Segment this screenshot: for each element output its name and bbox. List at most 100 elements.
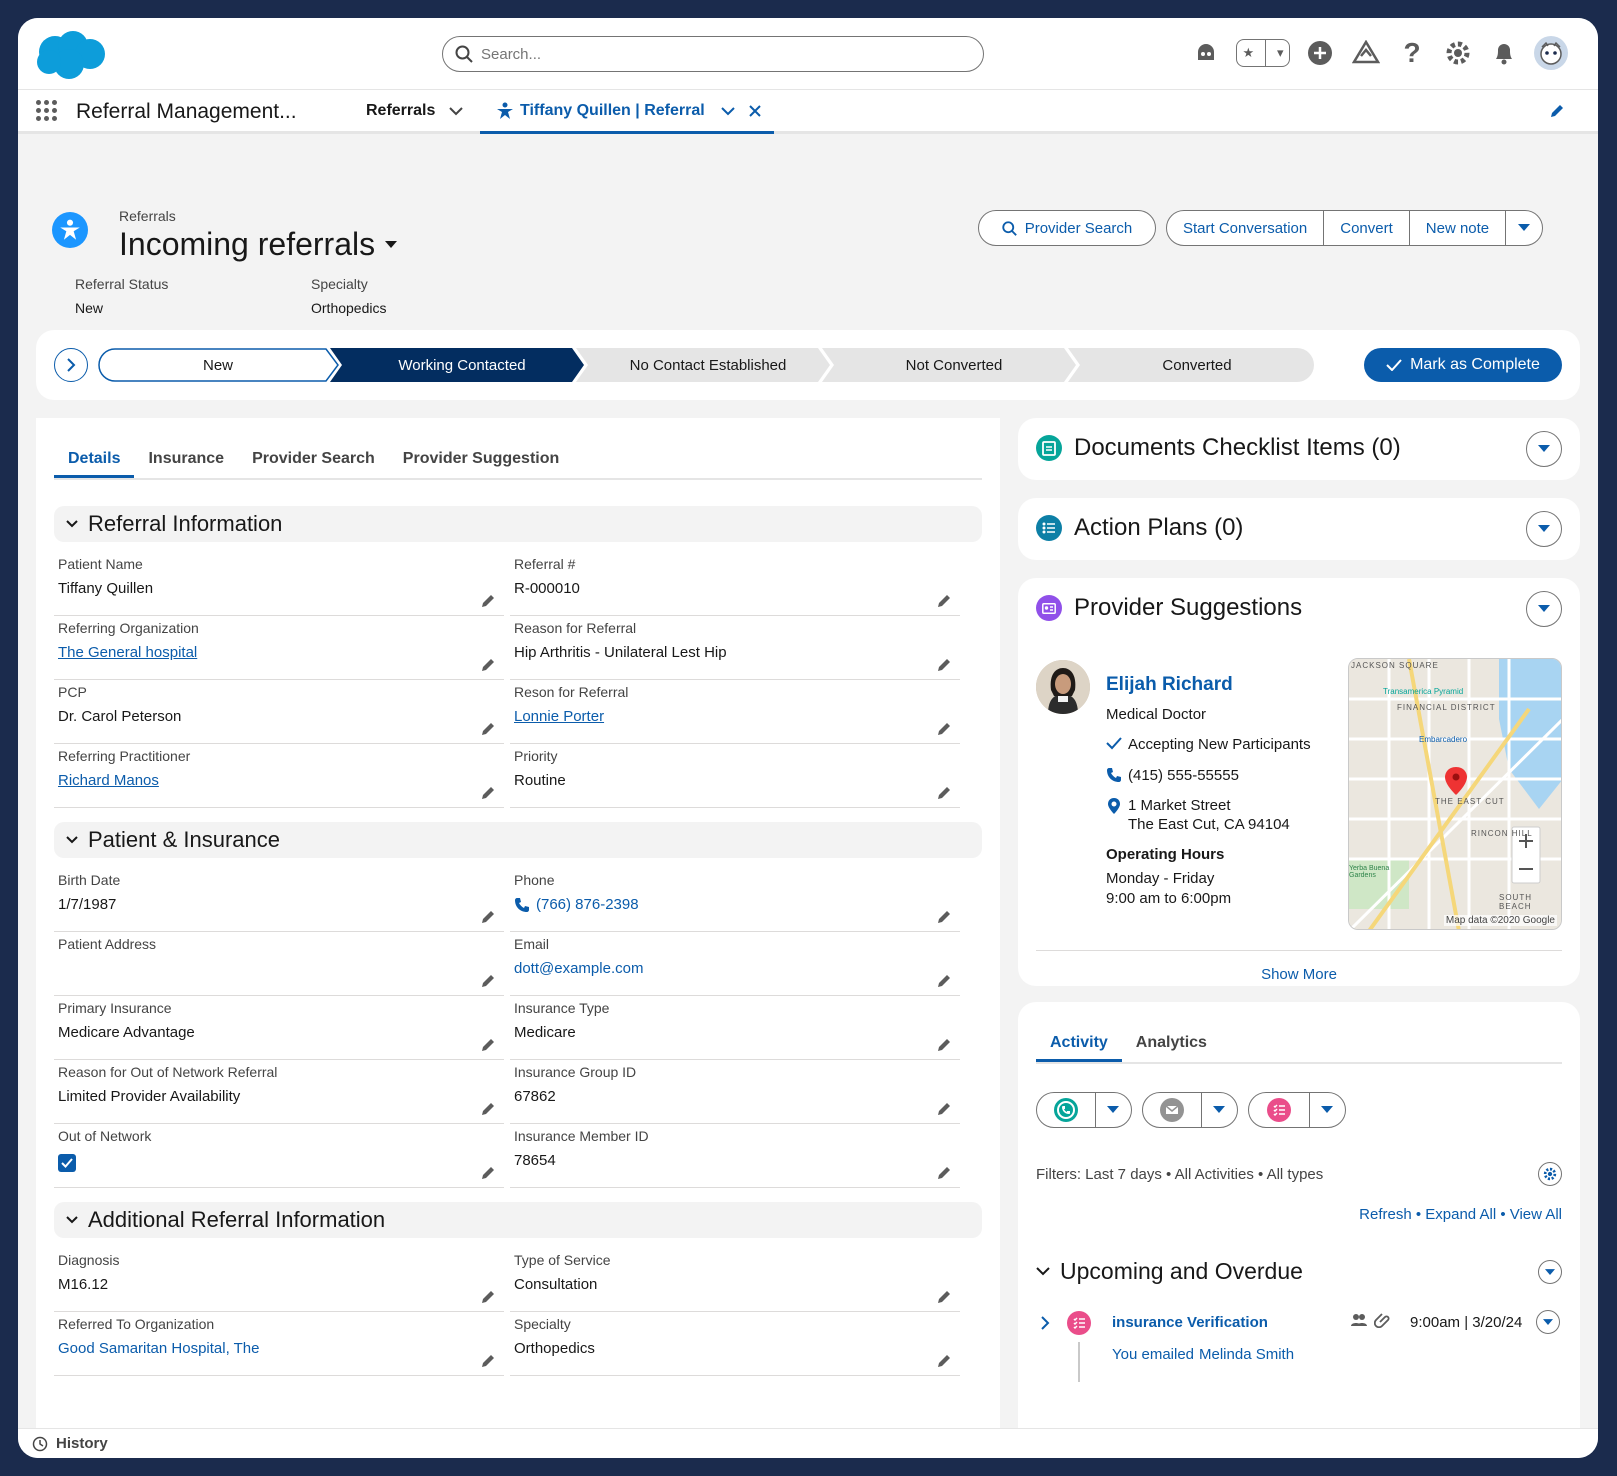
field-insurance-member-id: Insurance Member ID 78654 [510,1128,960,1188]
convert-button[interactable]: Convert [1324,211,1410,245]
agentforce-icon[interactable] [1190,37,1222,69]
tab-activity[interactable]: Activity [1036,1020,1122,1062]
edit-pencil-icon[interactable] [936,1037,952,1053]
provider-role: Medical Doctor [1106,706,1206,723]
tab-provider-search[interactable]: Provider Search [238,432,389,478]
path-step-working-contacted[interactable]: Working Contacted [342,348,582,382]
card-dropdown-button[interactable] [1526,431,1562,467]
phone-link[interactable]: (766) 876-2398 [510,896,960,913]
field-pcp: PCP Dr. Carol Peterson [54,684,504,744]
edit-pencil-icon[interactable] [936,1101,952,1117]
edit-pencil-icon[interactable] [480,909,496,925]
edit-pencil-icon[interactable] [480,1165,496,1181]
edit-pencil-icon[interactable] [936,973,952,989]
section-patient-insurance[interactable]: Patient & Insurance [54,822,982,858]
upcoming-dropdown-button[interactable] [1538,1260,1562,1284]
provider-map[interactable]: JACKSON SQUARE Transamerica Pyramid FINA… [1348,658,1562,930]
path-toggle-button[interactable] [54,348,88,382]
referred-to-organization-link[interactable]: Good Samaritan Hospital, The [54,1340,504,1357]
user-avatar[interactable] [1534,36,1568,70]
card-dropdown-button[interactable] [1526,511,1562,547]
filter-settings-button[interactable] [1538,1162,1562,1186]
tab-record-tiffany-quillen[interactable]: Tiffany Quillen | Referral [480,90,774,134]
edit-pencil-icon[interactable] [480,1101,496,1117]
task-person-link[interactable]: Melinda Smith [1199,1346,1294,1363]
global-search[interactable] [442,36,984,72]
edit-pencil-icon[interactable] [936,785,952,801]
close-icon[interactable] [748,104,761,117]
path-step-new[interactable]: New [98,348,338,382]
task-title-link[interactable]: insurance Verification [1112,1314,1268,1331]
path-step-converted[interactable]: Converted [1080,348,1314,382]
edit-pencil-icon[interactable] [936,1289,952,1305]
task-dropdown-button[interactable] [1536,1310,1560,1334]
caret-down-icon[interactable] [385,240,398,249]
address-line-2: The East Cut, CA 94104 [1128,816,1290,833]
edit-pencil-icon[interactable] [480,1353,496,1369]
section-referral-information[interactable]: Referral Information [54,506,982,542]
map-label: RINCON HILL [1471,829,1533,838]
edit-pencil-icon[interactable] [480,721,496,737]
chevron-right-icon[interactable] [1040,1316,1050,1330]
add-icon[interactable] [1304,37,1336,69]
email-link[interactable]: dott@example.com [510,960,960,977]
tab-provider-suggestion[interactable]: Provider Suggestion [389,432,573,478]
edit-pencil-icon[interactable] [936,657,952,673]
nav-item-referrals[interactable]: Referrals [366,102,464,120]
edit-pencil-icon[interactable] [936,593,952,609]
new-task-button[interactable] [1249,1093,1310,1127]
provider-name-link[interactable]: Elijah Richard [1106,674,1233,696]
edit-pencil-icon[interactable] [480,1037,496,1053]
path-step-no-contact-established[interactable]: No Contact Established [588,348,828,382]
path-step-not-converted[interactable]: Not Converted [834,348,1074,382]
bell-icon[interactable] [1488,37,1520,69]
favorites-button[interactable]: ★ ▾ [1236,39,1290,67]
search-input[interactable] [481,45,961,63]
field-label: Specialty [514,1316,571,1332]
start-conversation-button[interactable]: Start Conversation [1167,211,1325,245]
edit-pencil-icon[interactable] [480,785,496,801]
provider-phone[interactable]: (415) 555-55555 [1106,767,1239,784]
email-dropdown[interactable] [1202,1093,1237,1127]
referring-practitioner-link[interactable]: Richard Manos [54,772,504,789]
mark-as-complete-button[interactable]: Mark as Complete [1364,348,1562,382]
field-value: Tiffany Quillen [58,580,154,597]
log-call-button[interactable] [1037,1093,1096,1127]
provider-search-button[interactable]: Provider Search [978,210,1156,246]
chevron-down-icon[interactable] [720,106,735,116]
reson-for-referral-link[interactable]: Lonnie Porter [510,708,960,725]
card-dropdown-button[interactable] [1526,591,1562,627]
email-button[interactable] [1143,1093,1202,1127]
log-call-dropdown[interactable] [1096,1093,1131,1127]
new-note-button[interactable]: New note [1410,211,1507,245]
activity-links[interactable]: Refresh • Expand All • View All [1359,1206,1562,1223]
page-title[interactable]: Incoming referrals [119,226,398,263]
edit-pencil-icon[interactable] [936,909,952,925]
edit-pencil-icon[interactable] [480,973,496,989]
tab-insurance[interactable]: Insurance [134,432,238,478]
edit-pencil-icon[interactable] [936,721,952,737]
out-of-network-checkbox[interactable] [58,1154,76,1172]
edit-pencil-icon[interactable] [480,657,496,673]
show-more-link[interactable]: Show More [1018,966,1580,983]
more-actions-button[interactable] [1506,211,1542,245]
section-additional-referral-information[interactable]: Additional Referral Information [54,1202,982,1238]
field-label: Primary Insurance [58,1000,172,1016]
referring-organization-link[interactable]: The General hospital [54,644,504,661]
gear-icon[interactable] [1442,37,1474,69]
edit-pencil-icon[interactable] [936,1353,952,1369]
tab-details[interactable]: Details [54,432,135,478]
history-utility-bar[interactable]: History [18,1428,1598,1458]
tab-analytics[interactable]: Analytics [1122,1020,1221,1062]
app-launcher-icon[interactable] [36,100,57,121]
new-task-dropdown[interactable] [1310,1093,1345,1127]
upcoming-overdue-header[interactable]: Upcoming and Overdue [1036,1258,1303,1285]
salesforce-logo-icon[interactable] [35,30,107,85]
trailhead-icon[interactable] [1350,37,1382,69]
edit-pencil-icon[interactable] [480,1289,496,1305]
help-icon[interactable]: ? [1396,37,1428,69]
chevron-down-icon[interactable] [449,106,464,116]
edit-pencil-icon[interactable] [936,1165,952,1181]
edit-pencil-icon[interactable] [480,593,496,609]
edit-nav-icon[interactable] [1548,102,1566,125]
